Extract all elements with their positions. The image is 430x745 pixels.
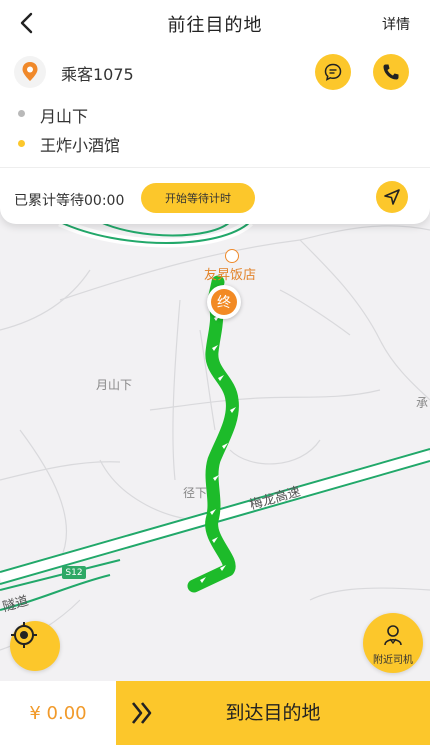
page-title: 前往目的地 — [167, 15, 263, 36]
passenger-name: 乘客1075 — [61, 65, 134, 84]
wait-time-text: 已累计等待00:00 — [14, 193, 125, 209]
back-icon[interactable] — [14, 10, 40, 36]
start-wait-button[interactable]: 开始等待计时 — [141, 183, 255, 213]
divider — [0, 167, 430, 168]
locate-button[interactable] — [10, 621, 60, 671]
chat-icon — [324, 63, 342, 81]
place-label: 承 — [416, 396, 429, 410]
driver-icon — [384, 625, 402, 646]
call-button[interactable] — [373, 54, 409, 90]
arrive-destination-button[interactable]: 到达目的地 — [116, 681, 430, 745]
location-pin-icon — [22, 62, 38, 81]
end-marker-label: 终 — [211, 289, 237, 315]
message-button[interactable] — [315, 54, 351, 90]
highway-shield: S12 — [62, 566, 86, 579]
pickup-address: 月山下 — [40, 107, 89, 126]
destination-address: 王炸小酒馆 — [40, 136, 121, 155]
navigation-arrow-icon — [384, 189, 400, 205]
pickup-dot-icon — [18, 110, 25, 117]
poi-name: 友昇饭店 — [204, 268, 257, 283]
nearby-driver-label: 附近司机 — [373, 655, 413, 666]
top-nav-bar: 前往目的地 详情 — [0, 0, 430, 48]
poi-restaurant-icon — [225, 249, 239, 263]
place-label: 径下 — [183, 486, 208, 500]
destination-marker: 终 — [207, 285, 241, 319]
navigate-button[interactable] — [376, 181, 408, 213]
fare-price: ¥ 0.00 — [29, 702, 87, 724]
nearby-driver-button[interactable]: 附近司机 — [363, 613, 423, 673]
arrive-label: 到达目的地 — [225, 702, 321, 724]
order-card: 乘客1075 月山下 王炸小酒馆 已累计等待00:00 开始等待计时 — [0, 48, 430, 224]
avatar — [14, 56, 46, 88]
destination-dot-icon — [18, 140, 25, 147]
detail-link[interactable]: 详情 — [382, 14, 410, 34]
locate-icon — [11, 622, 37, 648]
bottom-bar: ¥ 0.00 到达目的地 — [0, 681, 430, 745]
place-label: 月山下 — [96, 378, 133, 392]
phone-icon — [383, 64, 399, 80]
